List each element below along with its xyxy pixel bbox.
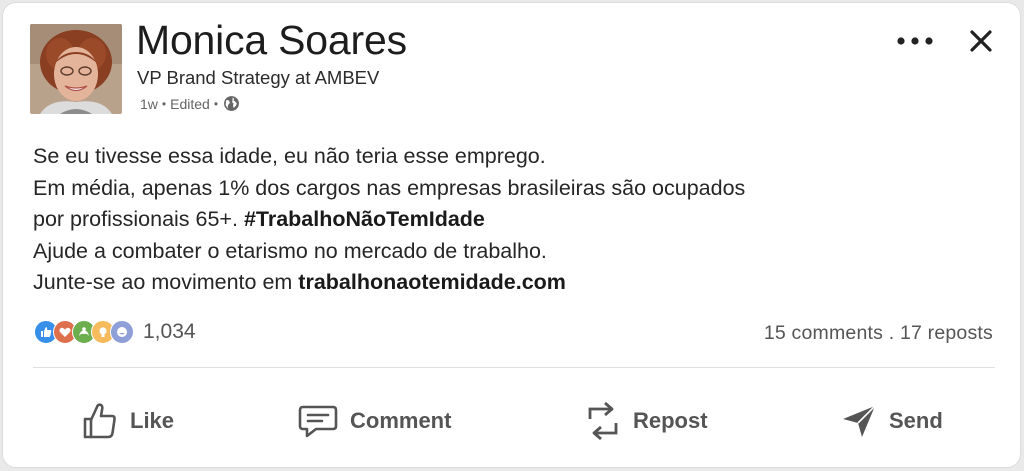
website-link[interactable]: trabalhonaotemidade.com bbox=[298, 270, 566, 294]
post-body-line: Junte-se ao movimento em trabalhonaotemi… bbox=[33, 267, 933, 299]
send-icon bbox=[843, 405, 876, 437]
post-time: 1w bbox=[140, 95, 158, 112]
author-name[interactable]: Monica Soares bbox=[136, 17, 407, 64]
repost-label: Repost bbox=[633, 408, 708, 433]
funny-reaction-icon bbox=[110, 320, 134, 344]
comment-icon bbox=[298, 405, 338, 438]
author-headline: VP Brand Strategy at AMBEV bbox=[137, 67, 380, 88]
reactions-summary[interactable]: 1,034 bbox=[34, 320, 196, 344]
comments-reposts-count[interactable]: 15 comments . 17 reposts bbox=[764, 322, 993, 345]
repost-button[interactable]: Repost bbox=[585, 391, 708, 451]
comment-label: Comment bbox=[350, 408, 452, 433]
reaction-count[interactable]: 1,034 bbox=[143, 320, 196, 344]
close-icon bbox=[970, 30, 992, 52]
send-label: Send bbox=[889, 408, 943, 433]
post-body: Se eu tivesse essa idade, eu não teria e… bbox=[33, 141, 933, 299]
reaction-icons bbox=[34, 320, 134, 344]
hashtag-link[interactable]: #TrabalhoNãoTemIdade bbox=[244, 207, 485, 231]
like-button[interactable]: Like bbox=[82, 391, 174, 451]
divider bbox=[33, 367, 995, 368]
edited-label: Edited bbox=[170, 95, 210, 112]
close-button[interactable] bbox=[961, 21, 1001, 61]
post-body-line: Se eu tivesse essa idade, eu não teria e… bbox=[33, 144, 546, 168]
post-body-line: por profissionais 65+. #TrabalhoNãoTemId… bbox=[33, 204, 933, 236]
post-meta: 1w • Edited • bbox=[140, 95, 240, 112]
more-options-button[interactable] bbox=[892, 23, 938, 59]
meta-separator: • bbox=[161, 96, 167, 111]
post-body-line: Ajude a combater o etarismo no mercado d… bbox=[33, 238, 547, 263]
like-label: Like bbox=[130, 408, 175, 433]
comment-button[interactable]: Comment bbox=[298, 391, 451, 451]
send-button[interactable]: Send bbox=[841, 391, 943, 451]
repost-icon bbox=[588, 401, 618, 441]
meta-separator: • bbox=[213, 96, 219, 111]
post-body-line: Em média, apenas 1% dos cargos nas empre… bbox=[33, 175, 746, 200]
globe-icon bbox=[223, 95, 240, 112]
avatar[interactable] bbox=[30, 24, 122, 114]
thumbs-up-icon bbox=[83, 403, 116, 439]
action-bar: Like Comment Repost Send bbox=[3, 391, 1022, 451]
post-card: Monica Soares VP Brand Strategy at AMBEV… bbox=[2, 2, 1021, 468]
post-body-text: Junte-se ao movimento em bbox=[33, 270, 299, 294]
ellipsis-icon bbox=[897, 37, 933, 45]
post-body-text: por profissionais 65+. bbox=[33, 207, 244, 231]
